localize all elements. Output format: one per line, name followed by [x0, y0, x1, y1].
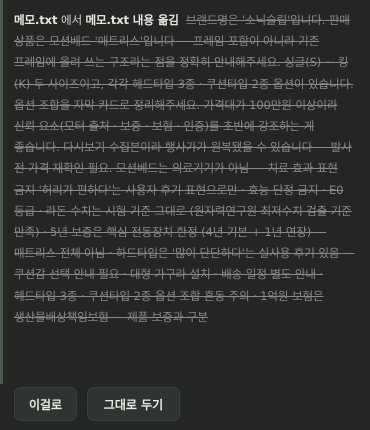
- card-text: 메모.txt 에서 메모.txt 내용 옮김 브랜드명은 '소닉슬립'입니다. …: [14, 10, 356, 328]
- card-accent-bar: [0, 0, 3, 384]
- keep-as-is-button[interactable]: 그대로 두기: [87, 387, 180, 421]
- move-content-card: 메모.txt 에서 메모.txt 내용 옮김 브랜드명은 '소닉슬립'입니다. …: [0, 0, 370, 430]
- action-buttons: 이걸로 그대로 두기: [14, 387, 180, 421]
- moved-content-text: 브랜드명은 '소닉슬립'입니다. 판매 상품은 모션베드 '매트리스'입니다 —…: [14, 13, 355, 324]
- connector-text: 에서: [57, 13, 86, 27]
- source-file-name: 메모.txt: [14, 13, 58, 27]
- confirm-button[interactable]: 이걸로: [14, 387, 77, 421]
- action-label: 내용 옮김: [128, 13, 179, 27]
- target-file-name: 메모.txt: [85, 13, 130, 27]
